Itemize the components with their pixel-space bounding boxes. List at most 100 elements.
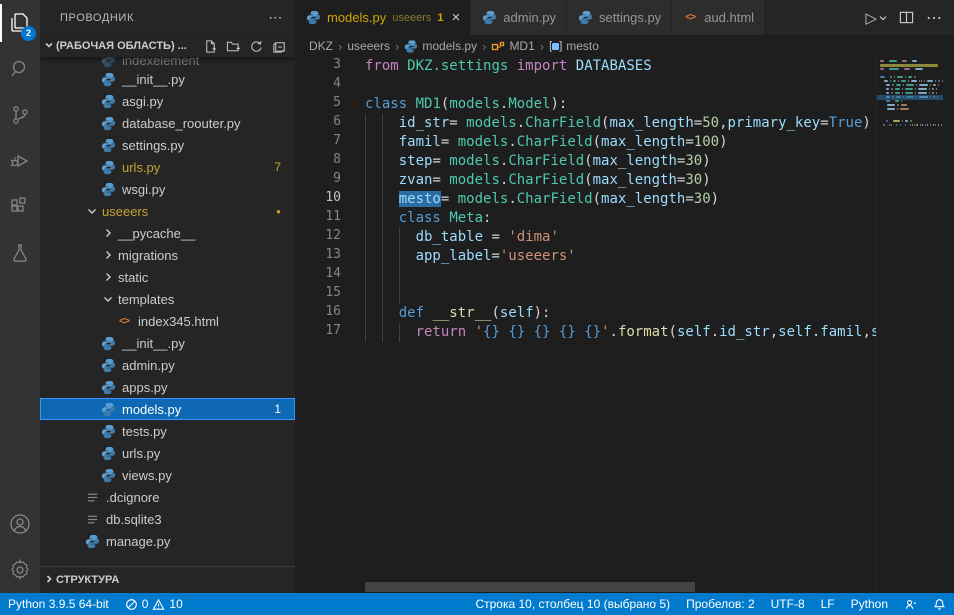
indent-guide bbox=[399, 228, 400, 247]
collapse-all-icon[interactable] bbox=[272, 39, 287, 54]
tree-item-views-py[interactable]: views.py bbox=[40, 464, 295, 486]
breadcrumb-item-md1[interactable]: MD1 bbox=[491, 39, 534, 53]
notifications-bell-icon[interactable] bbox=[925, 593, 954, 615]
tree-item-migrations[interactable]: migrations bbox=[40, 244, 295, 266]
breadcrumb-item-models-py[interactable]: models.py bbox=[404, 39, 477, 53]
tree-item-urls-py[interactable]: urls.py7 bbox=[40, 156, 295, 178]
code-line-6[interactable]: id_str= models.CharField(max_length=50,p… bbox=[365, 114, 876, 133]
tab-settings-py[interactable]: settings.py bbox=[567, 0, 672, 35]
tree-item-indexelement[interactable]: indexelement bbox=[40, 57, 295, 68]
indent-guide bbox=[382, 209, 383, 228]
code-line-15[interactable] bbox=[365, 285, 876, 304]
code-line-9[interactable]: zvan= models.CharField(max_length=30) bbox=[365, 171, 876, 190]
code-line-5[interactable]: class MD1(models.Model): bbox=[365, 95, 876, 114]
tree-item--pycache-[interactable]: __pycache__ bbox=[40, 222, 295, 244]
tree-item-tests-py[interactable]: tests.py bbox=[40, 420, 295, 442]
outline-section-header[interactable]: СТРУКТУРА bbox=[40, 566, 295, 593]
horizontal-scrollbar[interactable] bbox=[365, 582, 695, 592]
workspace-section-header[interactable]: (РАБОЧАЯ ОБЛАСТЬ) ... bbox=[40, 35, 295, 57]
code-line-11[interactable]: class Meta: bbox=[365, 209, 876, 228]
eol-status[interactable]: LF bbox=[813, 593, 843, 615]
language-mode-status[interactable]: Python bbox=[843, 593, 896, 615]
settings-gear-icon[interactable] bbox=[0, 547, 40, 593]
indent-guide bbox=[365, 228, 366, 247]
tree-item-static[interactable]: static bbox=[40, 266, 295, 288]
indentation-status[interactable]: Пробелов: 2 bbox=[678, 593, 763, 615]
line-number: 10 bbox=[295, 190, 347, 209]
search-icon[interactable] bbox=[0, 46, 40, 92]
minimap-line bbox=[880, 84, 943, 86]
explorer-icon[interactable]: 2 bbox=[0, 0, 40, 46]
python-file-icon bbox=[84, 533, 100, 549]
tree-item-urls-py[interactable]: urls.py bbox=[40, 442, 295, 464]
testing-icon[interactable] bbox=[0, 230, 40, 276]
run-button[interactable]: ▷ bbox=[865, 9, 887, 27]
breadcrumb-item-useeers[interactable]: useeers bbox=[347, 39, 390, 53]
code-line-4[interactable] bbox=[365, 76, 876, 95]
tab-aud-html[interactable]: <>aud.html bbox=[672, 0, 765, 35]
code-line-13[interactable]: app_label='useeers' bbox=[365, 247, 876, 266]
tree-item--dcignore[interactable]: .dcignore bbox=[40, 486, 295, 508]
account-icon[interactable] bbox=[0, 501, 40, 547]
tree-item-useeers[interactable]: useeers● bbox=[40, 200, 295, 222]
code-line-3[interactable]: from DKZ.settings import DATABASES bbox=[365, 57, 876, 76]
code-line-16[interactable]: def __str__(self): bbox=[365, 304, 876, 323]
new-folder-icon[interactable] bbox=[226, 39, 241, 54]
refresh-icon[interactable] bbox=[249, 39, 264, 54]
code-line-8[interactable]: step= models.CharField(max_length=30) bbox=[365, 152, 876, 171]
split-editor-icon[interactable] bbox=[899, 10, 914, 25]
tree-item-admin-py[interactable]: admin.py bbox=[40, 354, 295, 376]
chevron-right-icon bbox=[100, 225, 116, 241]
tab-admin-py[interactable]: admin.py bbox=[471, 0, 567, 35]
code-line-17[interactable]: return '{} {} {} {} {}'.format(self.id_s… bbox=[365, 323, 876, 342]
tree-item-manage-py[interactable]: manage.py bbox=[40, 530, 295, 552]
new-file-icon[interactable] bbox=[203, 39, 218, 54]
tree-item-models-py[interactable]: models.py1 bbox=[40, 398, 295, 420]
tree-item-wsgi-py[interactable]: wsgi.py bbox=[40, 178, 295, 200]
feedback-icon[interactable] bbox=[896, 593, 925, 615]
tree-item-database-roouter-py[interactable]: database_roouter.py bbox=[40, 112, 295, 134]
tree-item-index345-html[interactable]: <>index345.html bbox=[40, 310, 295, 332]
tree-item-apps-py[interactable]: apps.py bbox=[40, 376, 295, 398]
code-content[interactable]: from DKZ.settings import DATABASES class … bbox=[365, 57, 876, 342]
editor-more-actions-icon[interactable]: ⋯ bbox=[926, 8, 942, 28]
breadcrumb-item-dkz[interactable]: DKZ bbox=[309, 39, 333, 53]
source-control-icon[interactable] bbox=[0, 92, 40, 138]
explorer-badge: 2 bbox=[21, 26, 36, 41]
tree-item-settings-py[interactable]: settings.py bbox=[40, 134, 295, 156]
encoding-status[interactable]: UTF-8 bbox=[763, 593, 813, 615]
tab-models-py[interactable]: models.pyuseeers1× bbox=[295, 0, 471, 35]
code-line-10[interactable]: mesto= models.CharField(max_length=30) bbox=[365, 190, 876, 209]
code-line-12[interactable]: db_table = 'dima' bbox=[365, 228, 876, 247]
python-file-icon bbox=[100, 467, 116, 483]
line-number: 4 bbox=[295, 76, 347, 95]
generic-file-icon bbox=[84, 511, 100, 527]
minimap-line bbox=[880, 108, 943, 110]
cursor-position-status[interactable]: Строка 10, столбец 10 (выбрано 5) bbox=[467, 593, 678, 615]
indent-guide bbox=[399, 247, 400, 266]
python-file-icon bbox=[100, 93, 116, 109]
indent-guide bbox=[365, 114, 366, 133]
chevron-right-icon bbox=[44, 574, 54, 587]
code-editor[interactable]: 34567891011121314151617 from DKZ.setting… bbox=[295, 57, 954, 593]
minimap[interactable] bbox=[876, 57, 943, 593]
tree-item-templates[interactable]: templates bbox=[40, 288, 295, 310]
warning-count: 10 bbox=[169, 597, 182, 611]
tree-item--init-py[interactable]: __init__.py bbox=[40, 68, 295, 90]
run-debug-icon[interactable] bbox=[0, 138, 40, 184]
python-file-icon bbox=[100, 379, 116, 395]
extensions-icon[interactable] bbox=[0, 184, 40, 230]
code-line-14[interactable] bbox=[365, 266, 876, 285]
tree-item-db-sqlite3[interactable]: db.sqlite3 bbox=[40, 508, 295, 530]
tree-item-asgi-py[interactable]: asgi.py bbox=[40, 90, 295, 112]
close-icon[interactable]: × bbox=[452, 10, 461, 25]
code-line-7[interactable]: famil= models.CharField(max_length=100) bbox=[365, 133, 876, 152]
chevron-right-icon bbox=[100, 269, 116, 285]
chevron-right-icon bbox=[100, 247, 116, 263]
indent-guide bbox=[382, 114, 383, 133]
sidebar-more-actions-icon[interactable]: ⋯ bbox=[268, 9, 283, 26]
tree-item--init-py[interactable]: __init__.py bbox=[40, 332, 295, 354]
breadcrumb-item-mesto[interactable]: []mesto bbox=[549, 39, 599, 53]
problems-status[interactable]: 0 10 bbox=[117, 593, 191, 615]
python-interpreter-status[interactable]: Python 3.9.5 64-bit bbox=[0, 593, 117, 615]
